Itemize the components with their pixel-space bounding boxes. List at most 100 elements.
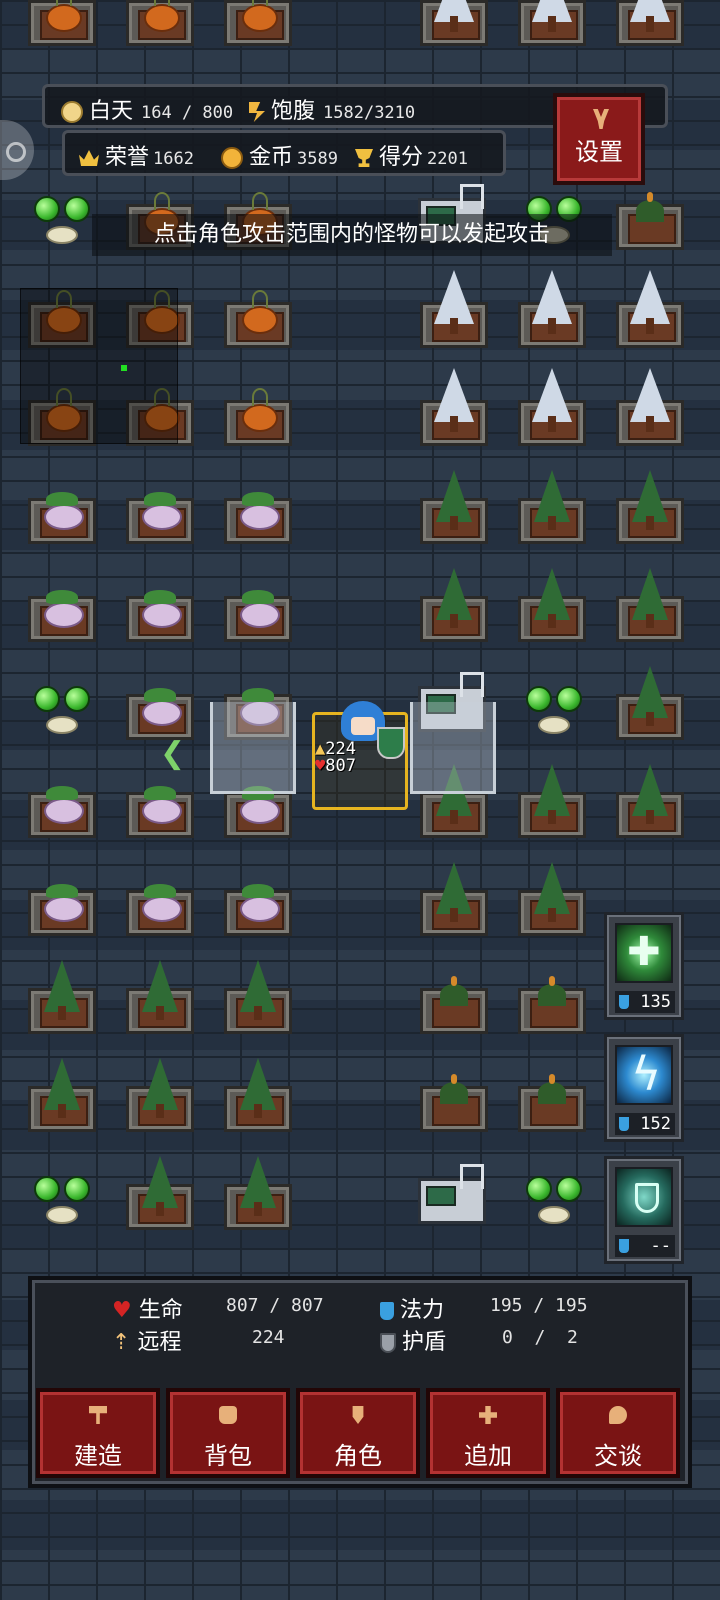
honor-value: 1662 xyxy=(153,149,194,169)
turnip-plot[interactable] xyxy=(26,570,98,642)
pine-plot[interactable] xyxy=(124,1156,196,1230)
snow-pine-plot[interactable] xyxy=(614,0,686,46)
snow-pine-plot[interactable] xyxy=(418,368,490,446)
plus-icon xyxy=(479,1406,497,1424)
pine-plot[interactable] xyxy=(614,764,686,838)
snow-pine-plot[interactable] xyxy=(516,0,588,46)
turnip-plot[interactable] xyxy=(124,668,196,740)
turnip-plot[interactable] xyxy=(26,472,98,544)
gold-stat: 金币 3589 xyxy=(221,139,338,171)
snow-pine-plot[interactable] xyxy=(614,270,686,348)
build-label: 建造 xyxy=(74,1442,122,1470)
sprout-plot[interactable] xyxy=(418,1060,490,1132)
shield-label: 护盾 xyxy=(402,1330,447,1355)
mana-flask-icon xyxy=(619,1117,629,1131)
snow-pine-plot[interactable] xyxy=(418,270,490,348)
pine-plot[interactable] xyxy=(222,1156,294,1230)
pumpkin-plot[interactable] xyxy=(222,374,294,446)
crafting-machine[interactable] xyxy=(414,1160,490,1232)
orb-lamp[interactable] xyxy=(24,676,96,748)
bag-icon xyxy=(219,1406,237,1424)
honor-stat: 荣誉 1662 xyxy=(79,139,194,171)
pine-plot[interactable] xyxy=(516,764,588,838)
turnip-plot[interactable] xyxy=(124,472,196,544)
player-hp: 807 xyxy=(325,756,356,776)
honor-label: 荣誉 xyxy=(105,145,150,170)
orb-lamp[interactable] xyxy=(516,676,588,748)
snow-pine-plot[interactable] xyxy=(516,270,588,348)
skill-heal-button[interactable]: 135 xyxy=(604,912,684,1020)
pine-plot[interactable] xyxy=(516,862,588,936)
score-label: 得分 xyxy=(379,145,424,170)
speech-bubble-icon xyxy=(609,1406,627,1424)
pine-plot[interactable] xyxy=(418,470,490,544)
pine-plot[interactable] xyxy=(516,568,588,642)
pumpkin-plot[interactable] xyxy=(222,0,294,46)
orb-lamp[interactable] xyxy=(516,1166,588,1238)
pumpkin-plot[interactable] xyxy=(222,276,294,348)
snow-pine-plot[interactable] xyxy=(614,368,686,446)
turnip-plot[interactable] xyxy=(124,570,196,642)
settings-label: 设置 xyxy=(575,138,623,166)
hp-stat: ♥ 生命 807 / 807 xyxy=(112,1292,324,1324)
shield-icon xyxy=(380,1333,396,1353)
sprout-plot[interactable] xyxy=(614,178,686,250)
player-stats: ▲224 ♥807 xyxy=(315,741,356,775)
orb-lamp[interactable] xyxy=(24,186,96,258)
ranged-label: 远程 xyxy=(137,1330,182,1355)
turnip-plot[interactable] xyxy=(26,864,98,936)
skill-cost: 152 xyxy=(615,1113,675,1135)
turnip-plot[interactable] xyxy=(222,472,294,544)
turnip-plot[interactable] xyxy=(26,766,98,838)
ranged-arrow-icon: ⇡ xyxy=(112,1330,131,1355)
minimap[interactable] xyxy=(20,288,178,444)
character-label: 角色 xyxy=(334,1442,382,1470)
build-button[interactable]: 建造 xyxy=(36,1388,160,1478)
pine-plot[interactable] xyxy=(614,568,686,642)
snow-pine-plot[interactable] xyxy=(516,368,588,446)
bag-label: 背包 xyxy=(204,1442,252,1470)
satiety-value: 1582/3210 xyxy=(323,103,416,123)
player-tile[interactable]: ▲224 ♥807 xyxy=(312,701,408,810)
pumpkin-plot[interactable] xyxy=(124,0,196,46)
ranged-value: 224 xyxy=(252,1327,285,1348)
sprout-plot[interactable] xyxy=(516,962,588,1034)
crown-icon xyxy=(79,150,99,166)
score-value: 2201 xyxy=(427,149,468,169)
turnip-plot[interactable] xyxy=(124,864,196,936)
mana-flask-icon xyxy=(380,1302,394,1320)
move-target-tile[interactable] xyxy=(210,702,296,794)
pine-plot[interactable] xyxy=(222,1058,294,1132)
orb-lamp[interactable] xyxy=(24,1166,96,1238)
ranged-stat: ⇡ 远程 224 xyxy=(112,1324,285,1356)
pine-plot[interactable] xyxy=(26,1058,98,1132)
pine-plot[interactable] xyxy=(614,470,686,544)
skill-shield-button[interactable]: -- xyxy=(604,1156,684,1264)
sprout-plot[interactable] xyxy=(418,962,490,1034)
pine-plot[interactable] xyxy=(614,666,686,740)
lightning-icon xyxy=(615,1045,673,1105)
character-icon xyxy=(352,1406,364,1424)
pumpkin-plot[interactable] xyxy=(26,0,98,46)
pine-plot[interactable] xyxy=(124,1058,196,1132)
pine-plot[interactable] xyxy=(26,960,98,1034)
bag-button[interactable]: 背包 xyxy=(166,1388,290,1478)
pine-plot[interactable] xyxy=(222,960,294,1034)
character-button[interactable]: 角色 xyxy=(296,1388,420,1478)
gold-label: 金币 xyxy=(249,145,294,170)
snow-pine-plot[interactable] xyxy=(418,0,490,46)
pine-plot[interactable] xyxy=(124,960,196,1034)
pine-plot[interactable] xyxy=(418,862,490,936)
pine-plot[interactable] xyxy=(418,568,490,642)
pine-plot[interactable] xyxy=(516,470,588,544)
add-button[interactable]: 追加 xyxy=(426,1388,550,1478)
skill-lightning-button[interactable]: 152 xyxy=(604,1034,684,1142)
talk-button[interactable]: 交谈 xyxy=(556,1388,680,1478)
turnip-plot[interactable] xyxy=(222,864,294,936)
move-target-tile[interactable] xyxy=(410,702,496,794)
settings-button[interactable]: 设置 xyxy=(553,93,645,185)
turnip-plot[interactable] xyxy=(124,766,196,838)
sprout-plot[interactable] xyxy=(516,1060,588,1132)
day-value: 164 / 800 xyxy=(141,103,234,123)
turnip-plot[interactable] xyxy=(222,570,294,642)
